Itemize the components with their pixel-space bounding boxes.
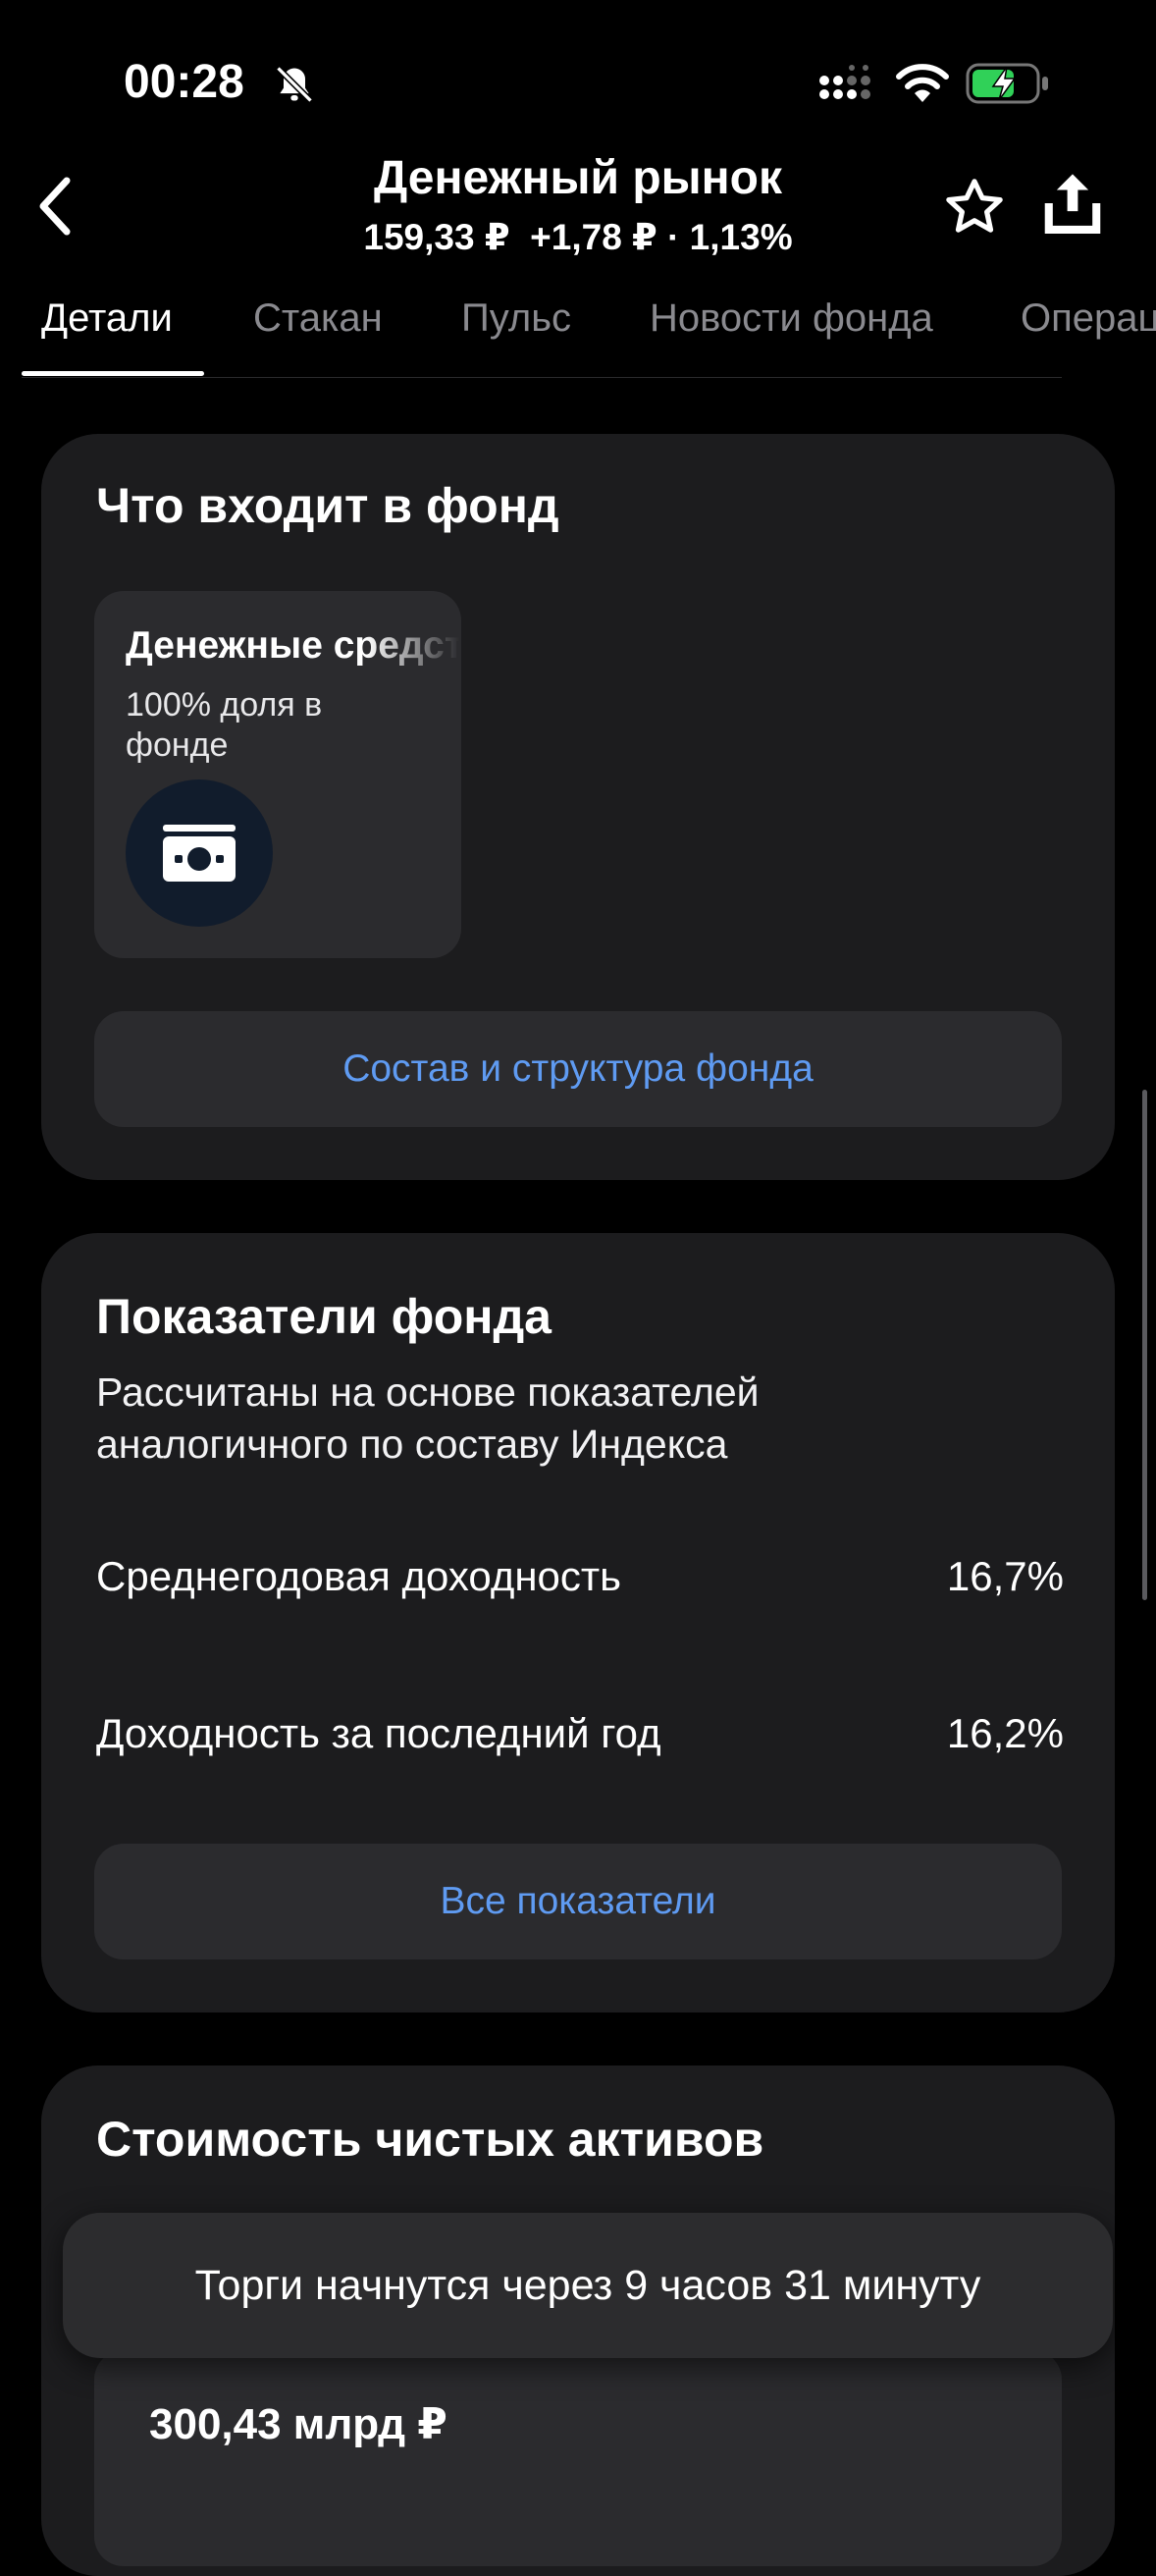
cash-icon	[163, 825, 236, 882]
status-bar: 00:28	[0, 0, 1156, 147]
composition-item-name: Денежные средства	[126, 624, 459, 667]
composition-item[interactable]: Денежные средства 100% доля в фонде	[94, 591, 461, 958]
metrics-subtitle: Рассчитаны на основе показателей аналоги…	[96, 1369, 760, 1467]
metric-value: 16,2%	[946, 1710, 1064, 1756]
metric-label: Доходность за последний год	[96, 1710, 661, 1756]
cellular-signal-icon	[819, 65, 870, 99]
tab-fund-news[interactable]: Новости фонда	[650, 296, 933, 341]
cash-icon-circle	[126, 779, 273, 927]
net-assets-value: 300,43 млрд ₽	[149, 2400, 447, 2448]
metric-row: Среднегодовая доходность 16,7%	[96, 1553, 1064, 1612]
net-assets-value-box[interactable]: 300,43 млрд ₽	[94, 2350, 1062, 2566]
trading-start-toast: Торги начнутся через 9 часов 31 минуту	[63, 2213, 1113, 2358]
star-icon[interactable]	[942, 175, 1007, 240]
bell-muted-icon	[276, 66, 313, 103]
share-icon[interactable]	[1040, 169, 1105, 238]
fund-structure-button[interactable]: Состав и структура фонда	[94, 1011, 1062, 1127]
battery-charging-icon	[966, 63, 1048, 104]
fund-composition-card: Что входит в фонд Денежные средства 100%…	[41, 434, 1115, 1180]
metrics-title: Показатели фонда	[96, 1289, 552, 1344]
scrollbar[interactable]	[1142, 1090, 1147, 1600]
all-metrics-button[interactable]: Все показатели	[94, 1844, 1062, 1959]
net-assets-title: Стоимость чистых активов	[96, 2112, 764, 2167]
toast-text: Торги начнутся через 9 часов 31 минуту	[194, 2261, 981, 2309]
fund-metrics-card: Показатели фонда Рассчитаны на основе по…	[41, 1233, 1115, 2012]
tab-divider	[22, 377, 1062, 378]
composition-title: Что входит в фонд	[96, 478, 559, 533]
tab-pulse[interactable]: Пульс	[461, 296, 571, 341]
tab-details[interactable]: Детали	[41, 296, 173, 341]
tab-active-indicator	[22, 371, 204, 376]
composition-item-share: 100% доля в фонде	[126, 686, 323, 764]
wifi-icon	[896, 64, 949, 102]
tab-order-book[interactable]: Стакан	[253, 296, 383, 341]
tab-bar: Детали Стакан Пульс Новости фонда Операц	[0, 291, 1156, 379]
current-price: 159,33 ₽	[363, 217, 510, 257]
price-change: +1,78 ₽ · 1,13%	[530, 217, 793, 257]
metric-value: 16,7%	[946, 1553, 1064, 1599]
metric-label: Среднегодовая доходность	[96, 1553, 622, 1599]
tab-operations[interactable]: Операц	[1021, 296, 1156, 341]
metric-row: Доходность за последний год 16,2%	[96, 1710, 1064, 1769]
status-time: 00:28	[124, 56, 244, 108]
